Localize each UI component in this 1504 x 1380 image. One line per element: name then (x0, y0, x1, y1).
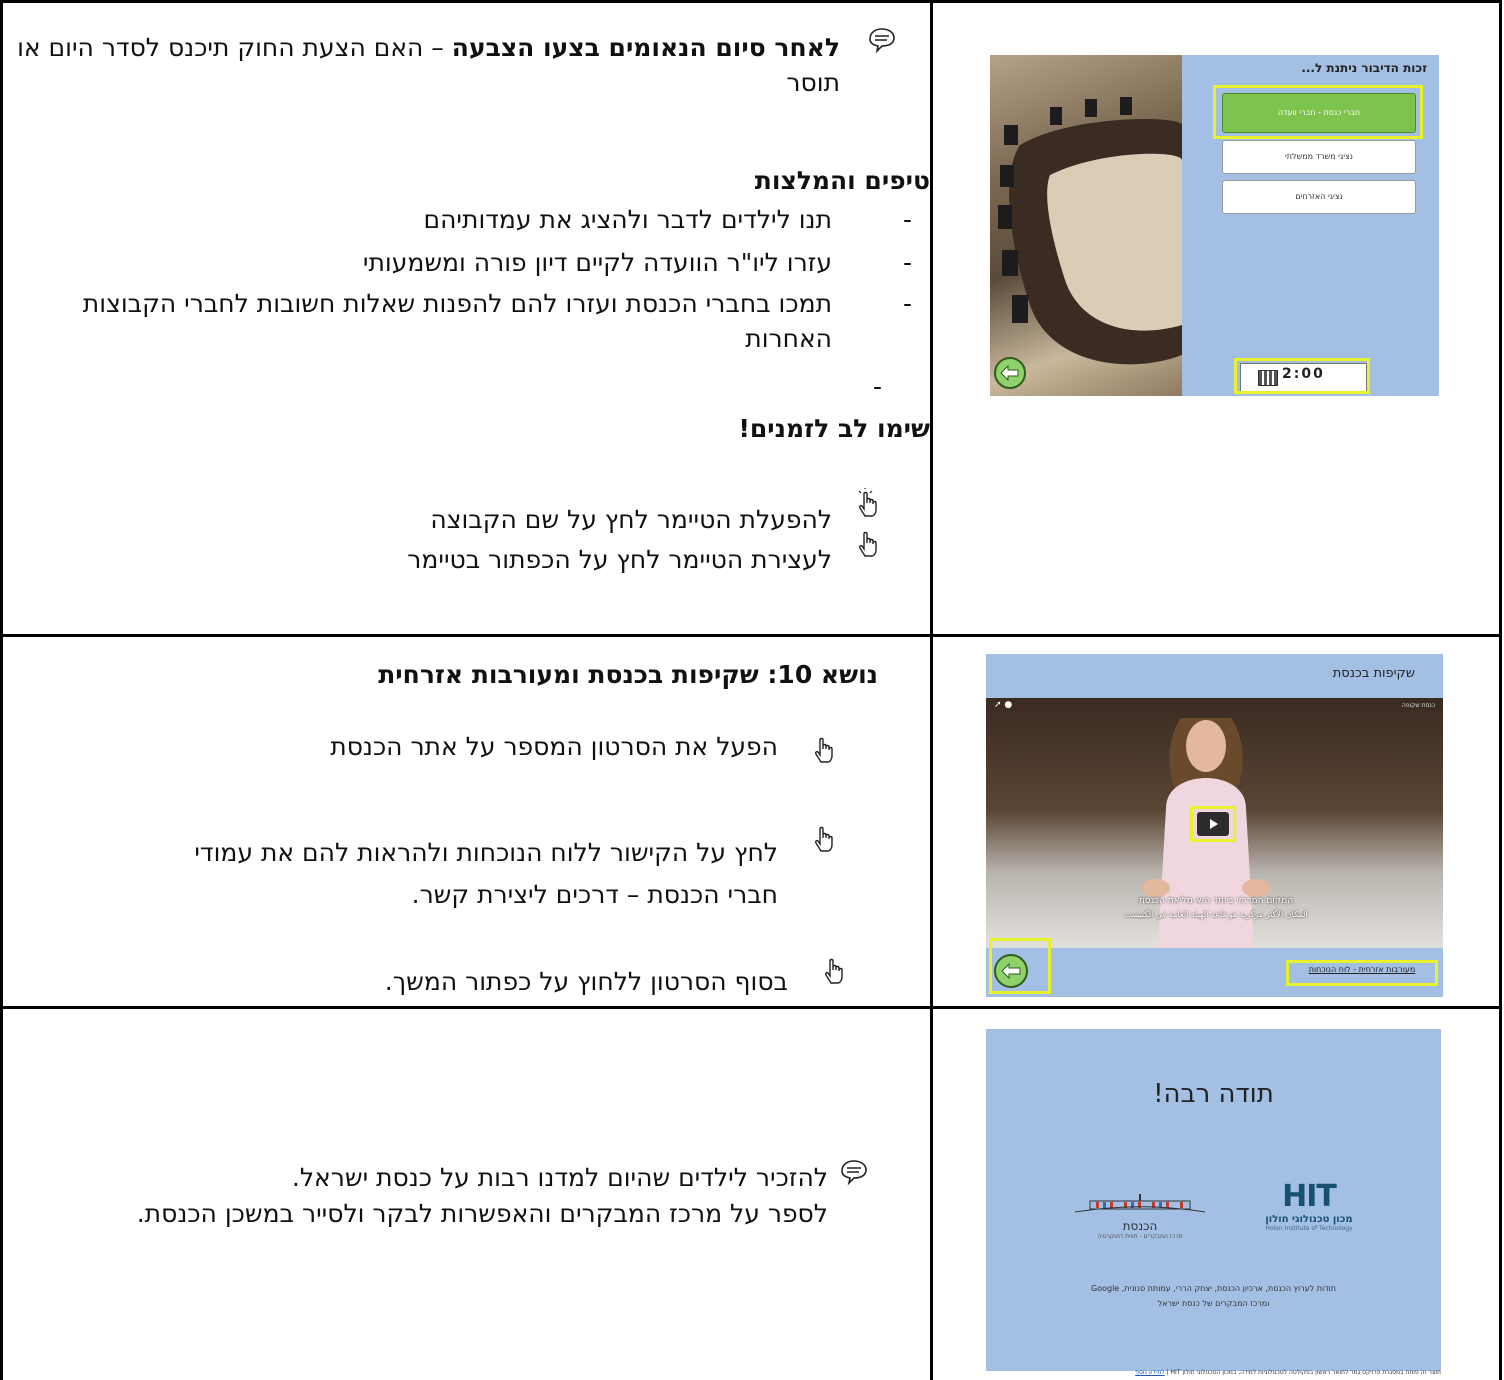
knesset-building-icon (1074, 1194, 1206, 1213)
video-tag: כנסת שקופה (1401, 702, 1435, 709)
option-citizens[interactable]: נציגי האזרחים (1222, 180, 1416, 214)
option-highlight-box (1213, 85, 1423, 139)
row-divider-1 (0, 634, 1502, 637)
closing-line-1: להזכיר לילדים שהיום למדנו רבות על כנסת י… (291, 1163, 828, 1192)
pointing-hand-icon (825, 958, 843, 984)
hit-logo: HIT מכון טכנולוגי חולון Holon Institute … (1254, 1179, 1364, 1259)
bullet-text-2: עזרו ליו"ר הוועדה לקיים דיון פורה ומשמעו… (362, 248, 832, 277)
step-continue: בסוף הסרטון ללחוץ על כפתור המשך. (384, 967, 788, 996)
tip-voting-text: לאחר סיום הנאומים בצעו הצבעה – האם הצעת … (10, 30, 840, 100)
back-button[interactable] (994, 357, 1026, 389)
timer-stop-text: לעצירת הטיימר לחץ על הכפתור בטיימר (407, 545, 832, 574)
share-icon[interactable]: ➚ ● (994, 700, 1012, 710)
bullet-dash-4: - (872, 372, 882, 401)
attention-heading: שימו לב לזמנים! (738, 414, 931, 443)
video-player[interactable]: כנסת שקופה ➚ ● המקום המרכזי ביותר הוא מל… (986, 698, 1443, 948)
subtitle-hebrew: המקום המרכזי ביותר הוא מליאת הכנסת (1138, 896, 1294, 906)
project-footer: תוצר זה פותח במסגרת פרויקט גמר לתואר ראש… (1135, 1369, 1441, 1376)
bullet-dash-2: - (902, 248, 912, 277)
bullet-text-1: תנו לילדים לדבר ולהציג את עמדותיהם (423, 205, 833, 234)
knesset-subtitle: מרכז המבקרים - חווית דמוקרטיה (1097, 1233, 1183, 1240)
back-button[interactable] (994, 954, 1028, 988)
tip-voting-bold: לאחר סיום הנאומים בצעו הצבעה (451, 33, 840, 62)
timer-value: 2:00 (1282, 366, 1325, 382)
step-attendance-line1: לחץ על הקישור ללוח הנוכחות ולהראות להם א… (194, 838, 778, 867)
thanks-line-2: ומרכז המבקרים של כנסת ישראל (1157, 1299, 1270, 1308)
thanks-line-1: תודות לערוץ הכנסת, ארכיון הכנסת, יצחק הר… (1091, 1284, 1336, 1293)
pointing-hand-icon (815, 826, 833, 852)
timer-pause-icon[interactable] (1258, 370, 1278, 386)
more-info-link[interactable]: למידע נוסף (1135, 1369, 1165, 1376)
speech-bubbles-icon (841, 1160, 867, 1186)
arrow-left-icon (1000, 364, 1019, 382)
bullet-text-3: תמכו בחברי הכנסת ועזרו להם להפנות שאלות … (82, 289, 832, 353)
pointing-hand-icon (859, 531, 877, 557)
table-border-top (0, 0, 1502, 3)
bullet-dash-1: - (902, 205, 912, 234)
transparency-screenshot: שקיפות בכנסת כנסת שקופה ➚ ● המקום המרכזי… (986, 654, 1443, 997)
timer-start-text: להפעלת הטיימר לחץ על שם הקבוצה (430, 505, 832, 534)
arrow-left-icon (1001, 962, 1021, 980)
closing-line-2: לספר על מרכז המבקרים והאפשרות לבקר ולסיי… (136, 1199, 828, 1228)
table-border-left (0, 0, 3, 1380)
play-icon (1210, 819, 1218, 829)
option-ministry[interactable]: נציגי משרד ממשלתי (1222, 140, 1416, 174)
thank-you-screenshot: תודה רבה! הכנסת מרכז המבקרים - חווית דמו… (986, 1029, 1441, 1371)
pointing-hand-icon (858, 488, 877, 517)
speaking-rights-screenshot: זכות הדיבור ניתנת ל... חברי כנסת - חברי … (990, 55, 1439, 396)
step-play-video: הפעל את הסרטון המספר על אתר הכנסת (330, 732, 778, 761)
speech-bubbles-icon (869, 28, 895, 54)
document-page: לאחר סיום הנאומים בצעו הצבעה – האם הצעת … (0, 0, 1504, 1380)
screen-title: שקיפות בכנסת (1332, 666, 1415, 681)
thank-you-title: תודה רבה! (1153, 1079, 1274, 1109)
footer-text: תוצר זה פותח במסגרת פרויקט גמר לתואר ראש… (1170, 1369, 1441, 1376)
hit-name-english: Holon Institute of Technology (1265, 1225, 1353, 1232)
table-border-right (1499, 0, 1502, 1380)
table-border-middle (930, 0, 933, 1380)
screen-title: זכות הדיבור ניתנת ל... (1301, 61, 1427, 75)
play-button[interactable] (1197, 812, 1229, 836)
bullet-dash-3: - (902, 289, 912, 318)
row-divider-2 (0, 1006, 1502, 1009)
knesset-logo: הכנסת מרכז המבקרים - חווית דמוקרטיה (1070, 1191, 1210, 1251)
topic-heading: נושא 10: שקיפות בכנסת ומעורבות אזרחית (378, 660, 878, 689)
pointing-hand-icon (815, 737, 833, 763)
hit-logo-mark: HIT (1282, 1179, 1337, 1214)
attendance-link[interactable]: מעורבות אזרחית - לוח הנוכחות (1292, 965, 1432, 974)
committee-room-photo (990, 55, 1182, 396)
conference-table-drawing (998, 97, 1182, 365)
subtitle-arabic: المكان الأكثر مركزية هو قاعة الهيئة العا… (1124, 910, 1308, 919)
hit-name-hebrew: מכון טכנולוגי חולון (1265, 1214, 1353, 1225)
knesset-name: הכנסת (1122, 1219, 1158, 1233)
step-attendance-line2: חברי הכנסת – דרכים ליצירת קשר. (411, 880, 778, 909)
tips-heading: טיפים והמלצות (754, 166, 930, 195)
